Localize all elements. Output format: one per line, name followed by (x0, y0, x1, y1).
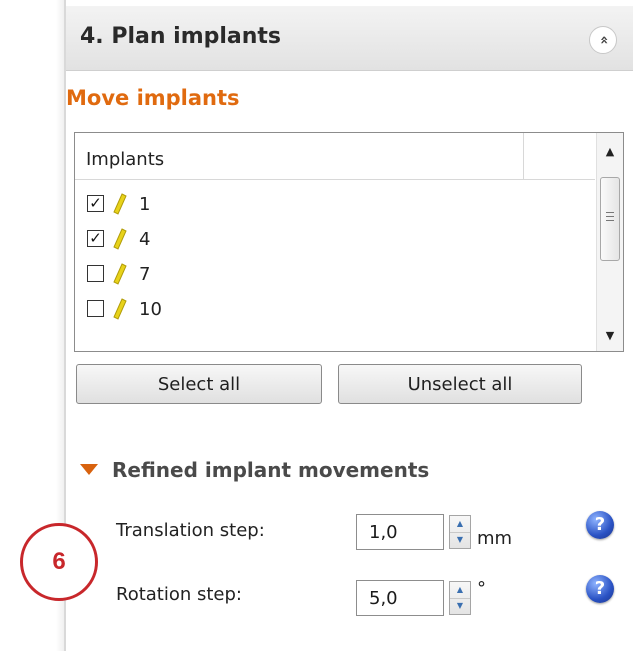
scroll-thumb[interactable] (600, 177, 620, 261)
spinner-down-icon[interactable]: ▼ (450, 598, 470, 614)
implant-label: 4 (139, 229, 151, 250)
list-item[interactable]: 7 (87, 261, 387, 291)
grip-line (606, 216, 614, 217)
implant-icon (113, 263, 127, 285)
rotation-step-label: Rotation step: (116, 584, 242, 605)
list-item[interactable]: ✓ 1 (87, 191, 387, 221)
implant-checkbox[interactable]: ✓ (87, 230, 104, 247)
implants-listbox[interactable]: Implants ✓ 1 ✓ 4 7 10 ▲ ▼ (74, 132, 624, 352)
spinner-up-icon[interactable]: ▲ (450, 582, 470, 599)
unselect-all-button[interactable]: Unselect all (338, 364, 582, 404)
list-header: Implants (75, 133, 595, 180)
help-icon[interactable]: ? (586, 575, 614, 603)
move-implants-title: Move implants (66, 86, 240, 110)
select-all-button[interactable]: Select all (76, 364, 322, 404)
grip-line (606, 220, 614, 221)
spinner-down-icon[interactable]: ▼ (450, 532, 470, 548)
translation-spinner[interactable]: ▲ ▼ (449, 515, 471, 549)
list-item[interactable]: 10 (87, 296, 387, 326)
implant-checkbox[interactable]: ✓ (87, 195, 104, 212)
scroll-down-icon[interactable]: ▼ (597, 323, 623, 349)
spinner-up-icon[interactable]: ▲ (450, 516, 470, 533)
column-divider (523, 133, 524, 179)
implant-label: 10 (139, 299, 162, 320)
collapse-up-icon[interactable]: « (589, 26, 617, 54)
rotation-spinner[interactable]: ▲ ▼ (449, 581, 471, 615)
implant-checkbox[interactable] (87, 300, 104, 317)
help-icon[interactable]: ? (586, 511, 614, 539)
panel-title: 4. Plan implants (80, 24, 282, 49)
translation-step-input[interactable] (356, 514, 444, 550)
expand-arrow-icon[interactable] (80, 464, 98, 475)
translation-step-label: Translation step: (116, 520, 265, 541)
implant-icon (113, 298, 127, 320)
rotation-step-input[interactable] (356, 580, 444, 616)
vertical-scrollbar[interactable]: ▲ ▼ (596, 133, 623, 351)
list-header-implants[interactable]: Implants (86, 149, 164, 170)
step-callout-badge: 6 (20, 523, 98, 601)
implant-icon (113, 228, 127, 250)
implant-label: 7 (139, 264, 151, 285)
implant-icon (113, 193, 127, 215)
list-item[interactable]: ✓ 4 (87, 226, 387, 256)
rotation-unit: ° (477, 578, 486, 599)
refined-movements-title[interactable]: Refined implant movements (112, 458, 429, 482)
grip-line (606, 212, 614, 213)
implant-checkbox[interactable] (87, 265, 104, 282)
translation-unit: mm (477, 528, 513, 549)
plan-implants-panel: 4. Plan implants « Move implants Implant… (64, 0, 633, 651)
implant-label: 1 (139, 194, 151, 215)
panel-header[interactable]: 4. Plan implants « (66, 6, 633, 71)
scroll-up-icon[interactable]: ▲ (597, 139, 623, 165)
